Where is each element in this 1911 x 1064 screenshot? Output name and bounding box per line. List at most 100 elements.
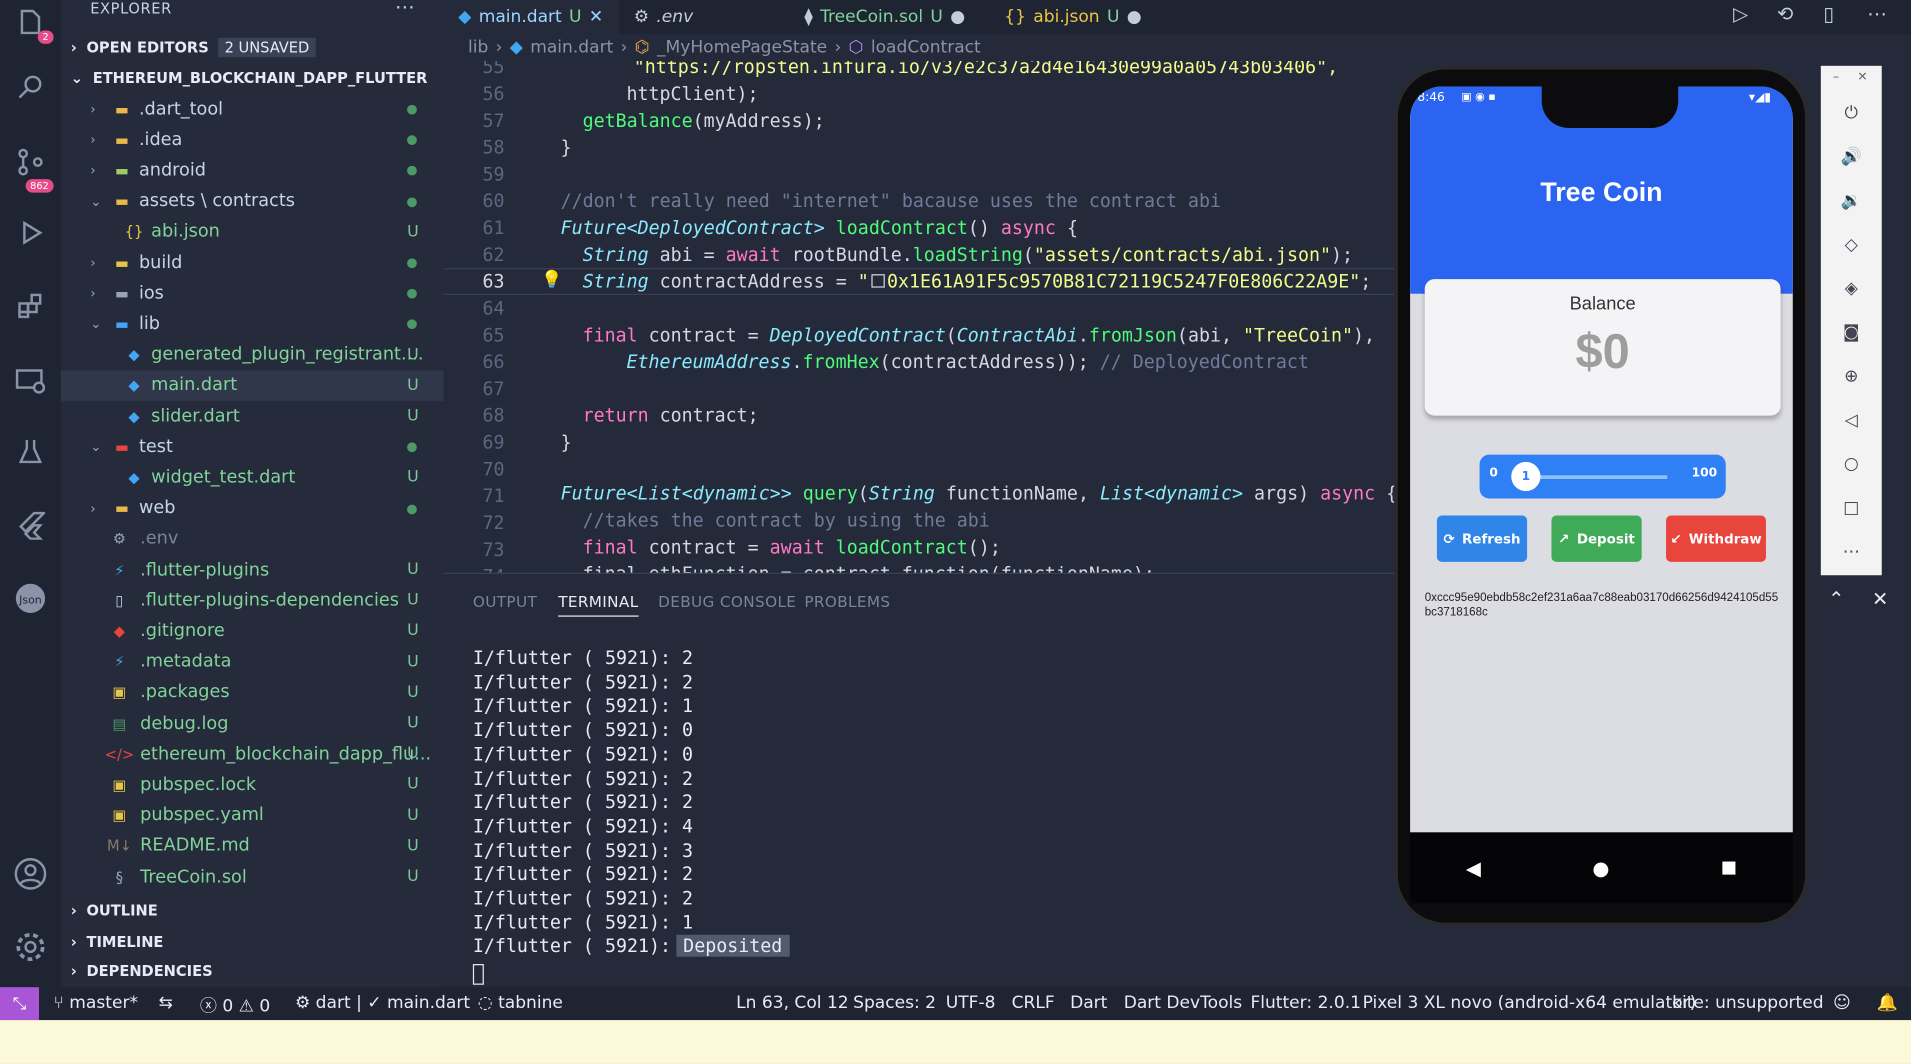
volume-up-icon[interactable]: 🔊 <box>1838 144 1865 171</box>
home-icon[interactable]: ● <box>1592 856 1609 879</box>
sync-icon[interactable]: ⇆ <box>158 993 172 1013</box>
run-debug-icon[interactable] <box>10 212 51 253</box>
overview-icon[interactable]: □ <box>1838 495 1865 522</box>
settings-gear-icon[interactable] <box>10 926 51 967</box>
notifications-bell-icon[interactable]: 🔔 <box>1877 993 1898 1013</box>
tab-debug-console[interactable]: DEBUG CONSOLE <box>658 592 796 610</box>
tree-item[interactable]: ⚡ .metadata U <box>61 647 444 677</box>
close-icon[interactable]: ✕ <box>1857 71 1867 84</box>
code-editor[interactable]: 55 56 57 58 59 60 61 62 63 64 65 66 67 68 69 70 71 72 73 74… <box>443 60 1395 573</box>
open-editors-section[interactable]: › OPEN EDITORS 2 UNSAVED <box>71 37 316 58</box>
tree-item[interactable]: ◆ slider.dart U <box>61 401 444 431</box>
lightbulb-icon[interactable]: 💡 <box>541 271 562 291</box>
back-icon[interactable]: ◁ <box>1838 407 1865 434</box>
tree-item[interactable]: › ▬ ios <box>61 278 444 308</box>
power-icon[interactable]: ⏻ <box>1838 100 1865 127</box>
indentation[interactable]: Spaces: 2 <box>853 993 936 1013</box>
tree-item[interactable]: › ▬ .dart_tool <box>61 94 444 124</box>
tab-abi-json[interactable]: {} abi.json U ● <box>990 0 1161 34</box>
tree-item[interactable]: ⚙ .env <box>61 524 444 554</box>
problems-indicator[interactable]: ⓧ 0 ⚠ 0 <box>200 993 270 1017</box>
tree-item[interactable]: › ▬ web <box>61 493 444 523</box>
tree-item[interactable]: </> ethereum_blockchain_dapp_flu... U <box>61 739 444 769</box>
rotate-right-icon[interactable]: ◈ <box>1838 275 1865 302</box>
line-ending[interactable]: CRLF <box>1012 993 1055 1013</box>
home-icon[interactable]: ○ <box>1838 451 1865 478</box>
tree-item[interactable]: ▤ debug.log U <box>61 708 444 738</box>
volume-down-icon[interactable]: 🔉 <box>1838 188 1865 215</box>
camera-icon[interactable]: ◙ <box>1838 319 1865 346</box>
chevron-down-icon[interactable]: ⌄ <box>90 193 101 209</box>
more-actions-icon[interactable]: ⋯ <box>395 0 415 18</box>
chevron-right-icon[interactable]: › <box>90 285 95 301</box>
chevron-right-icon[interactable]: › <box>90 255 95 271</box>
tree-item[interactable]: ◆ widget_test.dart U <box>61 462 444 492</box>
tab-treecoin-sol[interactable]: ⧫ TreeCoin.sol U ● <box>790 0 990 34</box>
tree-item[interactable]: ⌄ ▬ lib <box>61 309 444 339</box>
back-icon[interactable]: ◀ <box>1466 856 1481 879</box>
tree-item[interactable]: M↓ README.md U <box>61 831 444 861</box>
remote-indicator-icon[interactable]: ⤡ <box>0 987 39 1021</box>
tab-terminal[interactable]: TERMINAL <box>558 592 639 617</box>
tree-item[interactable]: ▣ pubspec.yaml U <box>61 800 444 830</box>
chevron-right-icon[interactable]: › <box>90 132 95 148</box>
tree-item[interactable]: ⌄ ▬ test <box>61 432 444 462</box>
search-icon[interactable] <box>10 66 51 107</box>
zoom-icon[interactable]: ⊕ <box>1838 363 1865 390</box>
files-icon[interactable]: 2 <box>10 2 54 44</box>
split-editor-icon[interactable]: ▯ <box>1823 2 1834 25</box>
remote-explorer-icon[interactable] <box>10 361 51 402</box>
flutter-icon[interactable] <box>10 505 51 546</box>
flutter-version[interactable]: Flutter: 2.0.1 <box>1250 993 1361 1013</box>
amount-slider[interactable]: 0 1 100 <box>1479 454 1726 499</box>
tree-item[interactable]: ◆ generated_plugin_registrant.... U <box>61 340 444 370</box>
recents-icon[interactable]: ■ <box>1721 858 1737 878</box>
editor-more-icon[interactable]: ⋯ <box>1867 2 1887 25</box>
account-icon[interactable] <box>10 853 51 894</box>
tree-item[interactable]: ▯ .flutter-plugins-dependencies U <box>61 585 444 615</box>
feedback-icon[interactable]: ☺ <box>1833 993 1851 1013</box>
language-mode[interactable]: Dart <box>1070 993 1107 1013</box>
chevron-down-icon[interactable]: ⌄ <box>90 316 101 332</box>
extensions-icon[interactable] <box>10 285 51 326</box>
run-icon[interactable]: ▷ <box>1733 2 1748 25</box>
tree-item[interactable]: ▣ .packages U <box>61 677 444 707</box>
tree-item[interactable]: ◆ .gitignore U <box>61 616 444 646</box>
breadcrumb-item[interactable]: loadContract <box>871 38 981 58</box>
slider-thumb[interactable]: 1 <box>1511 461 1541 492</box>
maximize-panel-icon[interactable]: ⌃ <box>1828 587 1844 610</box>
tree-item[interactable]: ⚡ .flutter-plugins U <box>61 555 444 585</box>
tab-env[interactable]: ⚙ .env <box>619 0 790 34</box>
device-selector[interactable]: Pixel 3 XL novo (android-x64 emulator) <box>1363 993 1697 1013</box>
chevron-right-icon[interactable]: › <box>90 500 95 516</box>
breadcrumb-item[interactable]: _MyHomePageState <box>657 38 827 58</box>
dart-analysis[interactable]: ⚙ dart | ✓ main.dart <box>295 993 470 1013</box>
chevron-down-icon[interactable]: ⌄ <box>90 439 101 455</box>
deposit-button[interactable]: ↗ Deposit <box>1551 515 1642 562</box>
chevron-right-icon[interactable]: › <box>90 163 95 179</box>
refresh-button[interactable]: ⟳ Refresh <box>1436 515 1528 562</box>
tree-item[interactable]: › ▬ android <box>61 155 444 185</box>
project-section[interactable]: ⌄ ETHEREUM_BLOCKCHAIN_DAPP_FLUTTER <box>71 69 428 86</box>
json-icon[interactable]: Json <box>10 578 51 619</box>
dependencies-section[interactable]: › DEPENDENCIES <box>71 963 213 980</box>
phone-screen[interactable]: 8:46 ▣ ◉ ▪ ▾◢▮ Tree Coin Balance $0 0 1 … <box>1410 86 1793 833</box>
tree-item[interactable]: ⌄ ▬ assets \ contracts <box>61 186 444 216</box>
git-branch[interactable]: ⑂ master* <box>54 993 138 1013</box>
source-control-icon[interactable]: 862 <box>10 141 54 193</box>
hot-reload-icon[interactable]: ⟲ <box>1777 2 1793 25</box>
tree-item[interactable]: › ▬ .idea <box>61 125 444 155</box>
close-icon[interactable]: ✕ <box>589 7 603 27</box>
outline-section[interactable]: › OUTLINE <box>71 902 158 919</box>
tree-item[interactable]: {} abi.json U <box>61 217 444 247</box>
timeline-section[interactable]: › TIMELINE <box>71 934 164 951</box>
more-icon[interactable]: ⋯ <box>1838 539 1865 566</box>
tree-item[interactable]: ▣ pubspec.lock U <box>61 770 444 800</box>
tab-problems[interactable]: PROBLEMS <box>804 592 890 610</box>
kite-status[interactable]: kite: unsupported <box>1672 993 1823 1013</box>
testing-icon[interactable] <box>10 431 51 472</box>
encoding[interactable]: UTF-8 <box>946 993 996 1013</box>
breadcrumb-item[interactable]: lib <box>468 38 488 58</box>
tab-main-dart[interactable]: ◆ main.dart U ✕ <box>443 0 620 35</box>
minimize-icon[interactable]: – <box>1833 71 1839 84</box>
